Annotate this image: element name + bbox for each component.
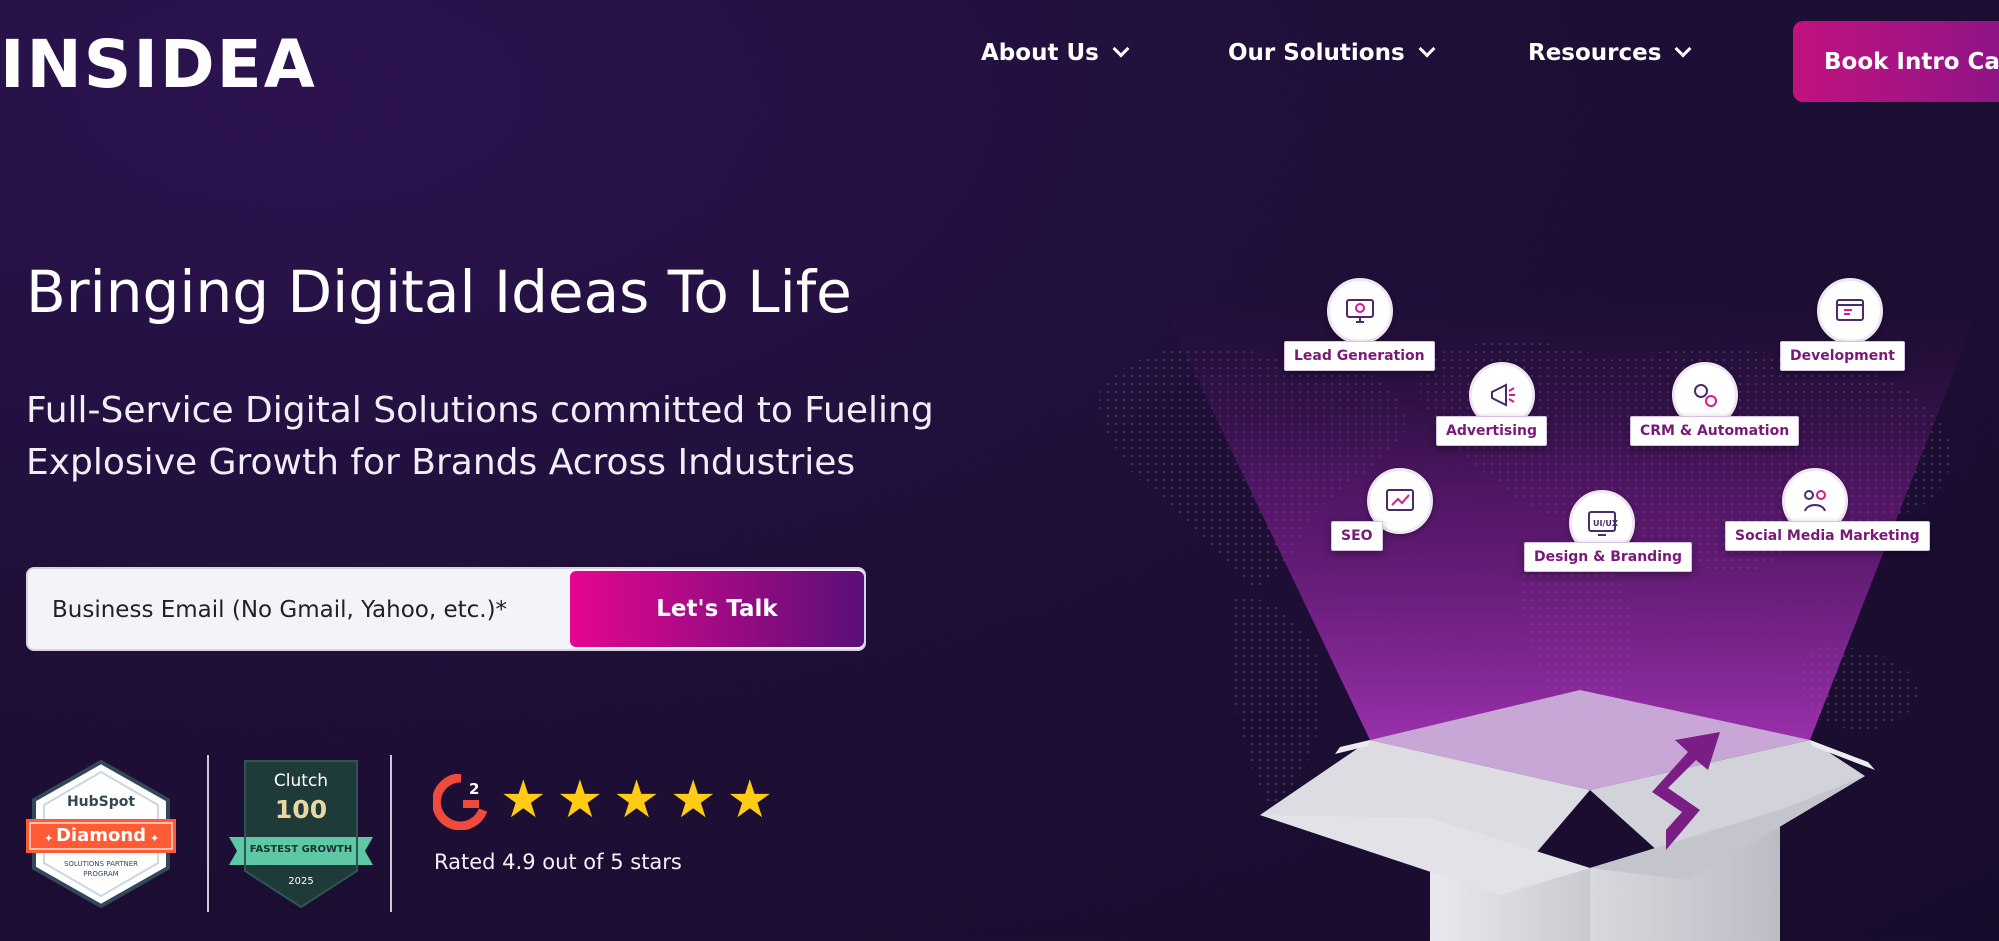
service-seo: SEO xyxy=(1331,521,1383,551)
service-social-media-marketing: Social Media Marketing xyxy=(1725,521,1930,551)
nav-about-us[interactable]: About Us xyxy=(981,40,1130,66)
service-crm-automation: CRM & Automation xyxy=(1630,416,1800,446)
g2-star-rating: ★ ★ ★ ★ ★ xyxy=(500,774,783,826)
badge-divider xyxy=(207,755,209,912)
ui-ux-icon-label: UI/UX xyxy=(1593,519,1618,528)
nav-resources[interactable]: Resources xyxy=(1528,40,1692,66)
star-icon: ★ xyxy=(613,770,660,830)
g2-logo: 2 xyxy=(431,773,489,831)
clutch-ribbon-text: FASTEST GROWTH xyxy=(249,844,353,855)
hubspot-brand: HubSpot xyxy=(66,794,136,810)
hubspot-line1: SOLUTIONS PARTNER xyxy=(63,860,139,868)
star-icon: ★ xyxy=(556,770,604,830)
service-lead-generation: Lead Generation xyxy=(1284,341,1435,371)
insidea-logo[interactable]: INSIDEA xyxy=(0,30,317,100)
clutch-100-badge: Clutch 100 FASTEST GROWTH 2025 xyxy=(229,759,373,909)
clutch-number: 100 xyxy=(274,795,328,824)
services-box-illustration: Lead Generation Development Advertising … xyxy=(1090,270,1999,941)
hero-title: Bringing Digital Ideas To Life xyxy=(26,258,852,326)
hubspot-diamond-badge: ✦ ✦ HubSpot Diamond SOLUTIONS PARTNER PR… xyxy=(26,759,176,909)
service-advertising: Advertising xyxy=(1436,416,1547,446)
star-icon: ★ xyxy=(500,770,547,830)
business-email-input[interactable] xyxy=(50,569,574,651)
clutch-brand: Clutch xyxy=(273,771,329,791)
badge-divider xyxy=(390,755,392,912)
chevron-down-icon xyxy=(1674,40,1692,58)
star-icon: ★ xyxy=(726,770,774,830)
monitor-gear-icon xyxy=(1327,278,1393,344)
service-design-branding: Design & Branding xyxy=(1524,542,1692,572)
hero-subtitle: Full-Service Digital Solutions committed… xyxy=(26,390,934,483)
hubspot-tier: Diamond xyxy=(55,825,147,846)
g2-rating-text: Rated 4.9 out of 5 stars xyxy=(434,850,682,874)
chevron-down-icon xyxy=(1112,40,1130,58)
book-intro-call-label: Book Intro Call xyxy=(1824,48,1999,75)
hubspot-line2: PROGRAM xyxy=(83,870,119,878)
nav-label: Resources xyxy=(1528,40,1662,66)
logo-text: INSIDEA xyxy=(0,26,317,103)
clutch-year: 2025 xyxy=(288,876,314,887)
star-icon: ★ xyxy=(669,770,717,830)
chevron-down-icon xyxy=(1418,40,1436,58)
lead-form: Let's Talk xyxy=(26,567,866,651)
svg-text:2: 2 xyxy=(469,780,479,798)
nav-label: About Us xyxy=(981,40,1099,66)
nav-our-solutions[interactable]: Our Solutions xyxy=(1228,40,1436,66)
lets-talk-button[interactable]: Let's Talk xyxy=(570,571,864,647)
nav-label: Our Solutions xyxy=(1228,40,1405,66)
service-development: Development xyxy=(1780,341,1905,371)
book-intro-call-button[interactable]: Book Intro Call xyxy=(1793,21,1999,102)
browser-code-icon xyxy=(1817,278,1883,344)
